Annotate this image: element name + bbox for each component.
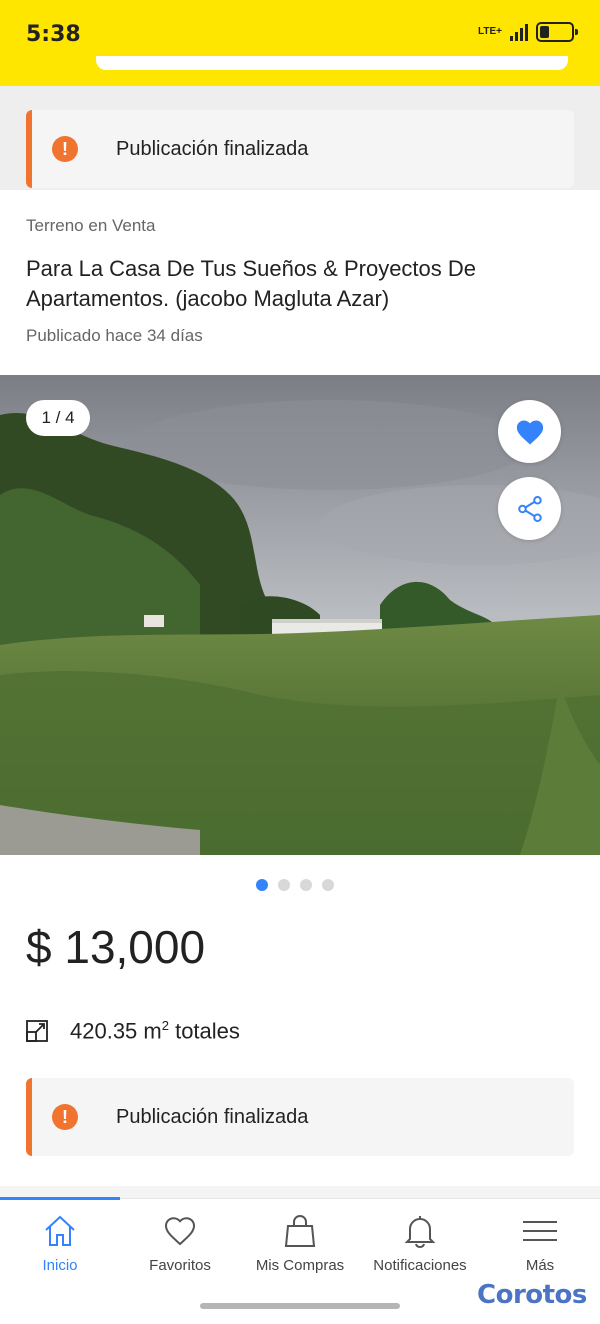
share-button[interactable]: [498, 477, 561, 540]
status-time: 5:38: [26, 22, 81, 47]
notice-text: Publicación finalizada: [116, 137, 309, 160]
notice-banner-bottom: ! Publicación finalizada: [26, 1078, 574, 1156]
area-text: 420.35 m2 totales: [70, 1018, 240, 1044]
published-date: Publicado hace 34 días: [26, 326, 203, 345]
status-bar: 5:38 LTE+: [0, 0, 600, 86]
tab-label: Más: [525, 1257, 555, 1274]
gallery-dot[interactable]: [256, 879, 268, 891]
gallery-dot[interactable]: [322, 879, 334, 891]
area-info: 420.35 m2 totales: [26, 1018, 240, 1044]
bell-icon: [404, 1216, 436, 1249]
gallery-dot[interactable]: [278, 879, 290, 891]
heart-icon: [164, 1217, 196, 1246]
status-icons: LTE+: [478, 22, 578, 42]
notice-text: Publicación finalizada: [116, 1105, 309, 1128]
tab-notificaciones[interactable]: Notificaciones: [360, 1213, 480, 1274]
tab-label: Mis Compras: [255, 1257, 345, 1274]
search-bar[interactable]: [96, 56, 568, 70]
gallery-dot[interactable]: [300, 879, 312, 891]
tab-label: Favoritos: [149, 1257, 211, 1274]
notice-banner-top: ! Publicación finalizada: [26, 110, 574, 188]
alert-icon: !: [52, 136, 78, 162]
favorite-button[interactable]: [498, 400, 561, 463]
tab-mis-compras[interactable]: Mis Compras: [240, 1213, 360, 1274]
expand-area-icon: [26, 1020, 48, 1043]
photo-counter: 1 / 4: [26, 400, 90, 436]
tab-label: Inicio: [42, 1257, 78, 1274]
share-icon: [517, 495, 542, 522]
gallery-dots: [256, 879, 334, 891]
corotos-watermark: Corotos: [477, 1280, 587, 1310]
signal-icon: [510, 23, 528, 41]
shopping-bag-icon: [284, 1214, 316, 1247]
battery-icon: [536, 22, 578, 42]
alert-icon: !: [52, 1104, 78, 1130]
tab-inicio[interactable]: Inicio: [0, 1213, 120, 1274]
listing-price: $ 13,000: [26, 921, 206, 973]
menu-icon: [523, 1221, 557, 1241]
active-tab-indicator: [0, 1197, 120, 1200]
home-indicator: [200, 1303, 400, 1309]
tab-favoritos[interactable]: Favoritos: [120, 1213, 240, 1274]
listing-category: Terreno en Venta: [26, 216, 156, 235]
home-icon: [45, 1215, 75, 1246]
tab-label: Notificaciones: [373, 1257, 467, 1274]
tab-mas[interactable]: Más: [480, 1213, 600, 1274]
network-type: LTE+: [478, 26, 502, 37]
heart-icon: [516, 420, 543, 444]
listing-title: Para La Casa De Tus Sueños & Proyectos D…: [26, 256, 477, 311]
